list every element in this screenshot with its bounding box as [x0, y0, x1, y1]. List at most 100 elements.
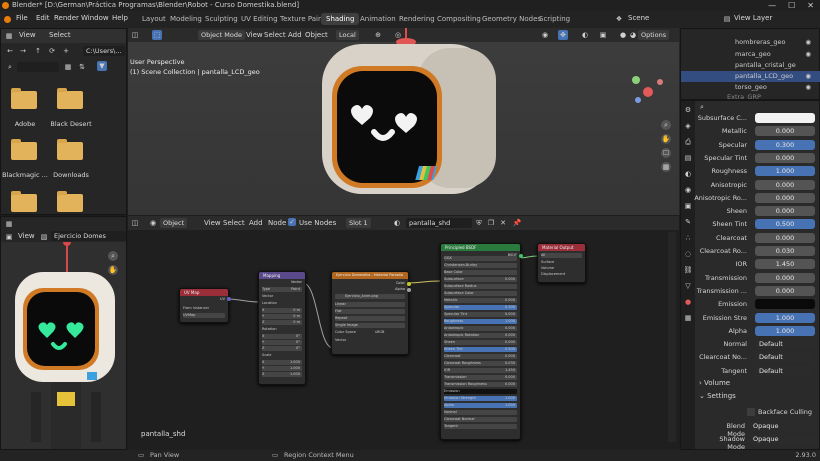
- volume-section[interactable]: › Volume: [699, 379, 730, 387]
- bsdf-input-row[interactable]: IOR 1.450: [444, 368, 517, 373]
- solid-shading-icon[interactable]: ●: [618, 30, 628, 40]
- viewport-add-menu[interactable]: Add: [288, 31, 302, 39]
- property-value-field[interactable]: 0.000: [755, 285, 815, 296]
- mapping-scale-z[interactable]: Z 1.000: [262, 372, 302, 377]
- image-browse-icon[interactable]: ▧: [39, 232, 49, 242]
- path-field[interactable]: C:\Users\...: [83, 46, 125, 56]
- xray-icon[interactable]: ▣: [598, 30, 608, 40]
- mapping-loc-y[interactable]: Y0 m: [262, 314, 302, 319]
- viewport-select-menu[interactable]: Select: [264, 31, 286, 39]
- folder-icon[interactable]: [11, 88, 37, 109]
- eye-icon[interactable]: ◉: [805, 37, 811, 48]
- image-editor-type-icon[interactable]: ▦: [4, 219, 14, 229]
- property-value-field[interactable]: 0.030: [755, 246, 815, 256]
- maximize-button[interactable]: ☐: [788, 0, 795, 11]
- mapping-node[interactable]: Mapping Vector Type Point Vector Location…: [258, 271, 306, 385]
- viewport-options-button[interactable]: Options: [638, 30, 670, 40]
- bsdf-input-row[interactable]: Base Color: [444, 270, 517, 275]
- mapping-rot-x[interactable]: X 0°: [262, 334, 302, 339]
- property-value-field[interactable]: [755, 299, 815, 310]
- view-layer-selector[interactable]: View Layer: [734, 14, 772, 22]
- navigation-gizmo[interactable]: [626, 70, 666, 110]
- backface-culling-checkbox[interactable]: [747, 408, 755, 416]
- properties-search[interactable]: ⌕: [695, 103, 819, 111]
- visibility-icon[interactable]: ◉: [540, 30, 550, 40]
- bsdf-input-row[interactable]: Clearcoat Roughness 0.030: [444, 361, 517, 366]
- output-target-dropdown[interactable]: All: [541, 253, 582, 258]
- settings-section[interactable]: ⌄ Settings: [699, 392, 736, 400]
- overlay-icon[interactable]: ◐: [580, 30, 590, 40]
- bsdf-input-row[interactable]: Alpha 1.000: [444, 403, 517, 408]
- mapping-rot-z[interactable]: Z 0°: [262, 346, 302, 351]
- folder-icon[interactable]: [11, 191, 37, 212]
- image-zoom-icon[interactable]: ⌕: [108, 251, 118, 261]
- editor-type-icon[interactable]: ▦: [4, 31, 14, 41]
- bsdf-input-row[interactable]: Tangent: [444, 424, 517, 429]
- mapping-loc-z[interactable]: Z0 m: [262, 320, 302, 325]
- property-value-field[interactable]: Default: [755, 352, 815, 363]
- mode-selector[interactable]: Object Mode: [198, 30, 245, 40]
- folder-label[interactable]: Downloads: [41, 171, 101, 179]
- filebrowser-view-menu[interactable]: View: [19, 31, 36, 39]
- property-value-field[interactable]: 0.000: [755, 232, 815, 243]
- material-output-node[interactable]: Material Output All Surface Volume Displ…: [537, 243, 586, 283]
- menu-file[interactable]: File: [16, 14, 28, 22]
- bsdf-input-row[interactable]: Emission: [444, 389, 517, 394]
- folder-icon[interactable]: [11, 139, 37, 160]
- property-value-field[interactable]: 0.000: [755, 126, 815, 137]
- refresh-icon[interactable]: ⟳: [47, 46, 57, 56]
- menu-help[interactable]: Help: [112, 14, 128, 22]
- scene-selector[interactable]: Scene: [628, 14, 649, 22]
- back-arrow-icon[interactable]: ←: [5, 46, 15, 56]
- shadow-mode-dropdown[interactable]: Opaque: [749, 434, 815, 444]
- property-value-field[interactable]: 1.000: [755, 312, 815, 323]
- search-icon[interactable]: ⌕: [5, 62, 15, 72]
- image-name-field[interactable]: Ejercicio Domes: [51, 231, 126, 241]
- outliner-item[interactable]: pantalla_cristal_ge: [681, 60, 820, 71]
- bsdf-input-row[interactable]: Christensen-Burley: [444, 263, 517, 268]
- bsdf-input-row[interactable]: Sheen 0.000: [444, 340, 517, 345]
- property-value-field[interactable]: 0.000: [755, 192, 815, 203]
- outliner-item[interactable]: marca_geo ◉: [681, 49, 820, 60]
- bsdf-input-row[interactable]: Transmission 0.000: [444, 375, 517, 380]
- interpolation-dropdown[interactable]: Linear: [335, 302, 405, 307]
- mapping-loc-x[interactable]: X0 m: [262, 308, 302, 313]
- property-value-field[interactable]: Default: [755, 365, 815, 376]
- shader-node-editor[interactable]: ◫ ◉ Object View Select Add Node ✓ Use No…: [128, 216, 679, 450]
- gizmo-icon[interactable]: ✥: [558, 30, 568, 40]
- color-space-row[interactable]: Color Space sRGB: [335, 330, 405, 335]
- search-icon[interactable]: ⌕: [697, 102, 707, 112]
- projection-dropdown[interactable]: Flat: [335, 309, 405, 314]
- source-dropdown[interactable]: Single Image: [335, 323, 405, 328]
- menu-render[interactable]: Render: [54, 14, 79, 22]
- eye-icon[interactable]: ◉: [805, 49, 811, 60]
- node-sidebar-toggle[interactable]: [668, 232, 676, 442]
- bsdf-input-row[interactable]: Metallic 0.000: [444, 298, 517, 303]
- pan-hand-icon[interactable]: ✋: [661, 134, 671, 144]
- bsdf-input-row[interactable]: GGX: [444, 256, 517, 261]
- bsdf-input-row[interactable]: Normal: [444, 410, 517, 415]
- material-shading-icon[interactable]: ◕: [628, 30, 638, 40]
- search-input[interactable]: [17, 62, 59, 72]
- property-value-field[interactable]: 0.300: [755, 139, 815, 150]
- property-value-field[interactable]: 0.000: [755, 206, 815, 217]
- bsdf-input-row[interactable]: Transmission Roughness 0.000: [444, 382, 517, 387]
- property-value-field[interactable]: Default: [755, 339, 815, 350]
- bsdf-input-row[interactable]: Clearcoat 0.000: [444, 354, 517, 359]
- outliner-item[interactable]: hombreras_geo ◉: [681, 37, 820, 48]
- eye-icon[interactable]: ◉: [805, 71, 811, 82]
- camera-icon[interactable]: ☐: [661, 148, 671, 158]
- extension-dropdown[interactable]: Repeat: [335, 316, 405, 321]
- property-value-field[interactable]: 0.500: [755, 219, 815, 230]
- select-box-icon[interactable]: ⬚: [152, 30, 162, 40]
- principled-bsdf-node[interactable]: Principled BSDF BSDF GGX Christensen-Burl…: [440, 243, 523, 440]
- bsdf-input-row[interactable]: Subsurface Color: [444, 291, 517, 296]
- viewport-editor-type-icon[interactable]: ◫: [130, 30, 140, 40]
- image-pan-icon[interactable]: ✋: [108, 265, 118, 275]
- parent-folder-icon[interactable]: ↑: [33, 46, 43, 56]
- folder-icon[interactable]: [57, 88, 83, 109]
- outliner-item-active[interactable]: pantalla_LCD_geo ◉: [681, 71, 820, 82]
- bsdf-input-row[interactable]: Roughness 1.000: [444, 319, 517, 324]
- filter-icon[interactable]: ▼: [97, 61, 107, 71]
- mapping-rot-y[interactable]: Y 0°: [262, 340, 302, 345]
